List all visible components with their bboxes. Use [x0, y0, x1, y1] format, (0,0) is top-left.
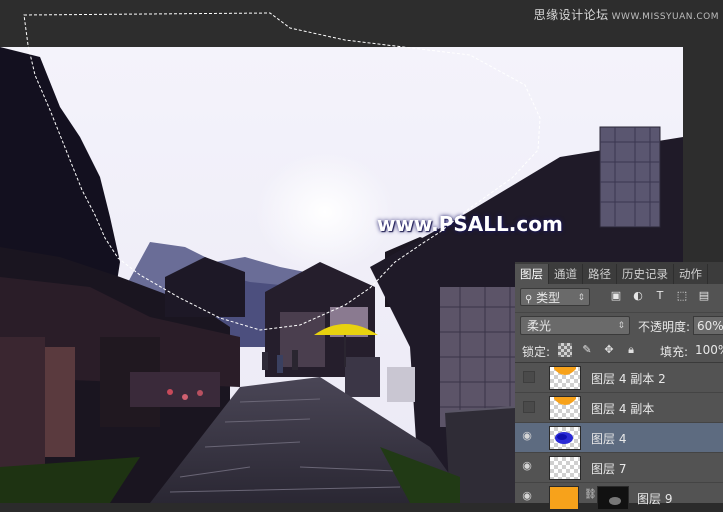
layer-name[interactable]: 图层 9: [637, 490, 672, 507]
lock-position-icon[interactable]: ✥: [602, 343, 616, 357]
blend-mode-select[interactable]: 柔光 ⇕: [520, 316, 630, 335]
layer-thumbnail: [549, 486, 579, 510]
adjustment-filter-icon[interactable]: ◐: [631, 289, 645, 303]
layer-row[interactable]: ◉ 图层 7: [515, 453, 723, 483]
filter-kind-label: 类型: [536, 291, 561, 305]
watermark-text: 思缘设计论坛: [533, 8, 609, 22]
eye-icon[interactable]: ◉: [520, 459, 534, 473]
lock-all-icon[interactable]: 🔒︎: [624, 343, 638, 357]
pixel-filter-icon[interactable]: ▣: [609, 289, 623, 303]
tab-channels[interactable]: 通道: [549, 264, 583, 284]
blend-row: 柔光 ⇕ 不透明度: 60%: [515, 312, 723, 339]
watermark-site: WWW.MISSYUAN.COM: [611, 12, 719, 22]
layer-thumbnail: [549, 456, 581, 480]
tab-history[interactable]: 历史记录: [617, 264, 674, 284]
layer-name[interactable]: 图层 4: [591, 430, 626, 447]
lock-row: 锁定: ✎ ✥ 🔒︎ 填充: 100%: [515, 340, 723, 363]
panel-tabs: 图层 通道 路径 历史记录 动作: [515, 262, 723, 284]
lock-transparent-pixels-icon[interactable]: [558, 343, 572, 357]
link-chain-icon: ⛓: [584, 489, 597, 500]
search-icon: ⚲: [525, 294, 533, 305]
filter-row: ⚲ 类型 ⇕ ▣ ◐ T ⬚ ▤: [515, 286, 723, 310]
type-filter-icon[interactable]: T: [653, 289, 667, 303]
layer-name[interactable]: 图层 4 副本 2: [591, 370, 666, 387]
layer-row[interactable]: ◉ ⛓ 图层 9: [515, 483, 723, 512]
layer-row[interactable]: 图层 4 副本 2: [515, 363, 723, 393]
blend-mode-value: 柔光: [527, 319, 552, 333]
visibility-toggle-off[interactable]: [523, 401, 535, 413]
layers-panel: 图层 通道 路径 历史记录 动作 ⚲ 类型 ⇕ ▣ ◐ T ⬚ ▤ 柔光 ⇕ 不…: [515, 262, 723, 510]
layer-mask-thumbnail[interactable]: [597, 486, 629, 510]
shape-filter-icon[interactable]: ⬚: [675, 289, 689, 303]
visibility-toggle-off[interactable]: [523, 371, 535, 383]
tab-paths[interactable]: 路径: [583, 264, 617, 284]
layer-name[interactable]: 图层 7: [591, 460, 626, 477]
opacity-input[interactable]: 60%: [693, 316, 723, 335]
layer-thumbnail: [549, 396, 581, 420]
psall-watermark: www.PSALL.com: [377, 212, 563, 236]
updown-arrows-icon: ⇕: [577, 293, 585, 303]
fill-label: 填充:: [660, 345, 689, 359]
tab-layers[interactable]: 图层: [515, 264, 549, 284]
eye-icon[interactable]: ◉: [520, 489, 534, 503]
tab-actions[interactable]: 动作: [674, 264, 708, 284]
layer-name[interactable]: 图层 4 副本: [591, 400, 654, 417]
opacity-label: 不透明度:: [638, 320, 691, 334]
layer-thumbnail: [549, 366, 581, 390]
filter-kind-select[interactable]: ⚲ 类型 ⇕: [520, 288, 590, 306]
lock-image-pixels-icon[interactable]: ✎: [580, 343, 594, 357]
lock-label: 锁定:: [522, 345, 551, 359]
updown-arrows-icon: ⇕: [617, 321, 625, 331]
layer-row-selected[interactable]: ◉ 图层 4: [515, 423, 723, 453]
eye-icon[interactable]: ◉: [520, 429, 534, 443]
fill-input[interactable]: 100%: [695, 343, 723, 357]
smart-object-filter-icon[interactable]: ▤: [697, 289, 711, 303]
layer-thumbnail: [549, 426, 581, 450]
layer-row[interactable]: 图层 4 副本: [515, 393, 723, 423]
watermark: 思缘设计论坛 WWW.MISSYUAN.COM: [534, 6, 719, 23]
